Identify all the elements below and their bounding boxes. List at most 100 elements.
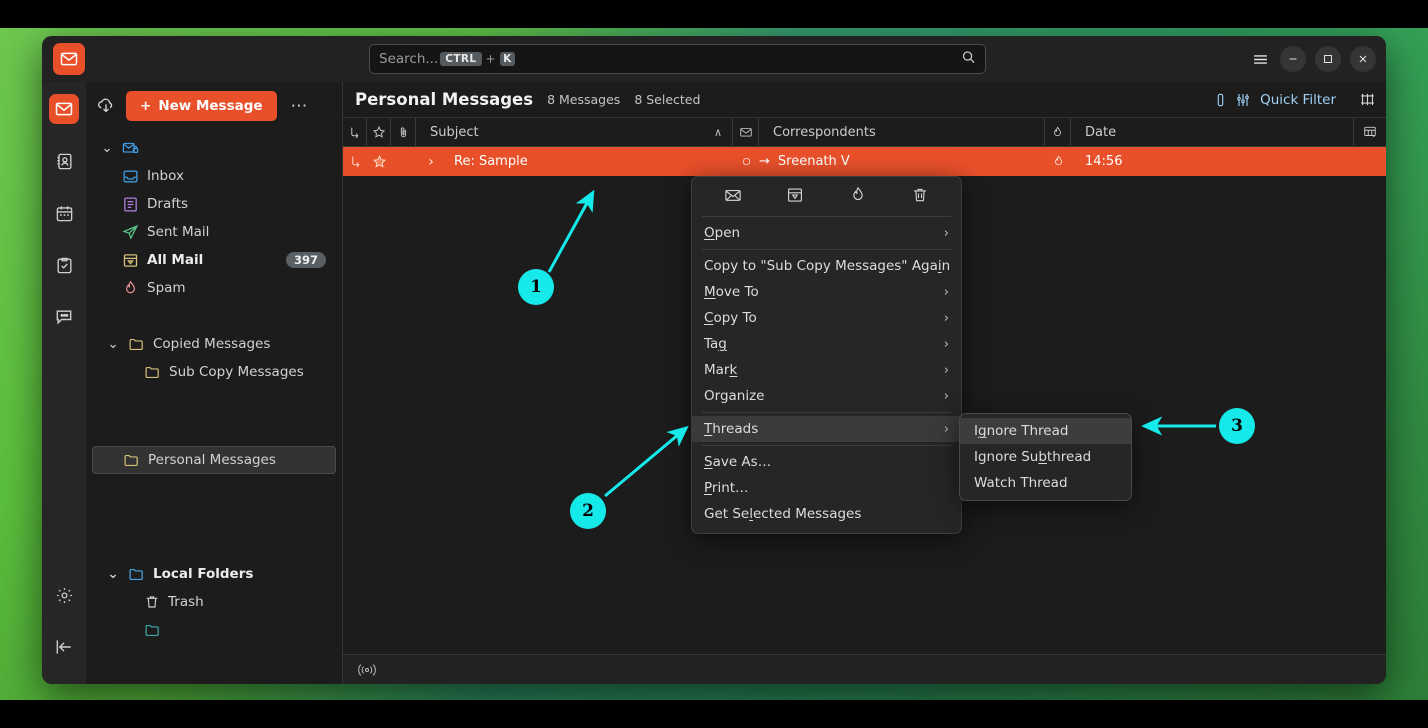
submenu-item-ignore-subthread[interactable]: Ignore Subthread: [960, 444, 1131, 470]
quick-filter-label[interactable]: Quick Filter: [1260, 92, 1336, 108]
mark-unread-icon[interactable]: [720, 182, 746, 208]
row-spam-icon[interactable]: [1045, 147, 1071, 176]
menu-item-copy-to[interactable]: Copy To ›: [692, 305, 961, 331]
get-messages-cloud-icon[interactable]: [96, 96, 116, 116]
folder-row-local-folders[interactable]: ⌄ Local Folders: [92, 560, 336, 588]
folder-row-all-mail[interactable]: All Mail 397: [92, 246, 336, 274]
app-mail-icon: [53, 43, 85, 75]
column-starred[interactable]: [367, 118, 391, 146]
folder-pane-more-button[interactable]: ⋯: [287, 96, 313, 116]
folder-tree-gap-1: [86, 302, 342, 330]
window-controls: [1249, 46, 1376, 72]
menu-item-open[interactable]: Open ›: [692, 220, 961, 246]
folder-row-personal-messages[interactable]: Personal Messages: [92, 446, 336, 474]
rail-item-calendar[interactable]: [49, 198, 79, 228]
new-message-button[interactable]: + New Message: [126, 91, 277, 121]
menu-item-mark[interactable]: Mark ›: [692, 357, 961, 383]
column-date[interactable]: Date: [1071, 118, 1354, 146]
folder-blue-icon: [128, 566, 145, 583]
menu-item-save-as[interactable]: Save As…: [692, 449, 961, 475]
context-menu-separator: [702, 249, 951, 250]
context-menu-separator: [702, 412, 951, 413]
maximize-icon[interactable]: [1315, 46, 1341, 72]
folder-row-partial[interactable]: [92, 616, 336, 644]
folder-row-spam[interactable]: Spam: [92, 274, 336, 302]
collapse-left-icon[interactable]: [49, 632, 79, 662]
selected-count: 8 Selected: [634, 92, 700, 107]
search-input[interactable]: Search... CTRL + K: [369, 44, 986, 74]
column-subject[interactable]: Subject ∧: [416, 118, 733, 146]
menu-item-copy-to-label: Copy To: [704, 310, 757, 326]
menu-item-tag-label: Tag: [704, 336, 727, 352]
folder-row-copied-messages[interactable]: ⌄ Copied Messages: [92, 330, 336, 358]
column-correspondents[interactable]: Correspondents: [759, 118, 1045, 146]
rail-item-tasks[interactable]: [49, 250, 79, 280]
rail-item-mail[interactable]: [49, 94, 79, 124]
new-message-plus-icon: +: [140, 98, 151, 114]
menu-item-organize[interactable]: Organize ›: [692, 383, 961, 409]
column-unread[interactable]: [733, 118, 759, 146]
hamburger-menu-icon[interactable]: [1249, 46, 1271, 72]
context-menu-separator: [702, 445, 951, 446]
display-layout-icon[interactable]: [1359, 91, 1376, 108]
table-row[interactable]: › Re: Sample → Sreenath V 14:56: [343, 147, 1386, 176]
folder-row-sub-copy-messages[interactable]: Sub Copy Messages: [92, 358, 336, 386]
pin-icon[interactable]: [1215, 93, 1226, 107]
column-picker-icon[interactable]: [1354, 118, 1386, 146]
folder-badge-all-mail: 397: [286, 252, 326, 268]
menu-item-copy-again[interactable]: Copy to "Sub Copy Messages" Again: [692, 253, 961, 279]
menu-item-print[interactable]: Print…: [692, 475, 961, 501]
filter-sliders-icon[interactable]: [1235, 92, 1251, 108]
status-bar: [343, 654, 1386, 684]
folder-row-trash[interactable]: Trash: [92, 588, 336, 616]
row-unread-icon[interactable]: [733, 147, 759, 176]
row-expand-twisty[interactable]: ›: [416, 147, 446, 176]
sort-ascending-icon[interactable]: ∧: [714, 126, 722, 139]
folder-teal-icon: [144, 622, 161, 639]
menu-item-mark-label: Mark: [704, 362, 737, 378]
threads-submenu: Ignore Thread Ignore Subthread Watch Thr…: [959, 413, 1132, 501]
column-spam[interactable]: [1045, 118, 1071, 146]
chevron-down-icon[interactable]: ⌄: [100, 140, 114, 156]
folder-row-inbox[interactable]: Inbox: [92, 162, 336, 190]
row-attachment-cell: [391, 147, 416, 176]
menu-item-move-to[interactable]: Move To ›: [692, 279, 961, 305]
column-thread[interactable]: [343, 118, 367, 146]
row-star-icon[interactable]: [367, 147, 391, 176]
row-date: 14:56: [1071, 147, 1354, 176]
junk-flame-icon[interactable]: [845, 182, 871, 208]
message-pane-header-actions: Quick Filter: [1215, 91, 1376, 108]
annotation-marker-2-label: 2: [582, 501, 594, 521]
menu-item-tag[interactable]: Tag ›: [692, 331, 961, 357]
folder-row-sent[interactable]: Sent Mail: [92, 218, 336, 246]
folder-label-trash: Trash: [168, 594, 204, 610]
menu-item-get-selected-messages[interactable]: Get Selected Messages: [692, 501, 961, 527]
folder-label-sub-copy-messages: Sub Copy Messages: [169, 364, 304, 380]
screen-top-letterbox: [0, 0, 1428, 28]
search-icon[interactable]: [961, 50, 976, 69]
row-thread-icon[interactable]: [343, 147, 367, 176]
message-list-column-header: Subject ∧ Correspondents Dat: [343, 118, 1386, 147]
menu-item-threads[interactable]: Threads ›: [692, 416, 961, 442]
new-message-label: New Message: [158, 98, 262, 114]
delete-trash-icon[interactable]: [907, 182, 933, 208]
folder-row-account[interactable]: ⌄: [92, 134, 336, 162]
folder-row-drafts[interactable]: Drafts: [92, 190, 336, 218]
minimize-icon[interactable]: [1280, 46, 1306, 72]
chevron-right-icon: ›: [944, 363, 949, 378]
gear-icon[interactable]: [49, 580, 79, 610]
submenu-item-watch-thread[interactable]: Watch Thread: [960, 470, 1131, 496]
menu-item-print-label: Print…: [704, 480, 749, 496]
chevron-down-icon[interactable]: ⌄: [106, 566, 120, 582]
rail-item-chat[interactable]: [49, 302, 79, 332]
folder-label-spam: Spam: [147, 280, 186, 296]
rail-item-address-book[interactable]: [49, 146, 79, 176]
chevron-down-icon[interactable]: ⌄: [106, 336, 120, 352]
row-subject: Re: Sample: [446, 147, 733, 176]
archive-icon[interactable]: [782, 182, 808, 208]
close-icon[interactable]: [1350, 46, 1376, 72]
column-attachment[interactable]: [391, 118, 416, 146]
submenu-item-ignore-thread[interactable]: Ignore Thread: [960, 418, 1131, 444]
menu-item-open-label: Open: [704, 225, 740, 241]
page-title: Personal Messages: [355, 90, 533, 109]
